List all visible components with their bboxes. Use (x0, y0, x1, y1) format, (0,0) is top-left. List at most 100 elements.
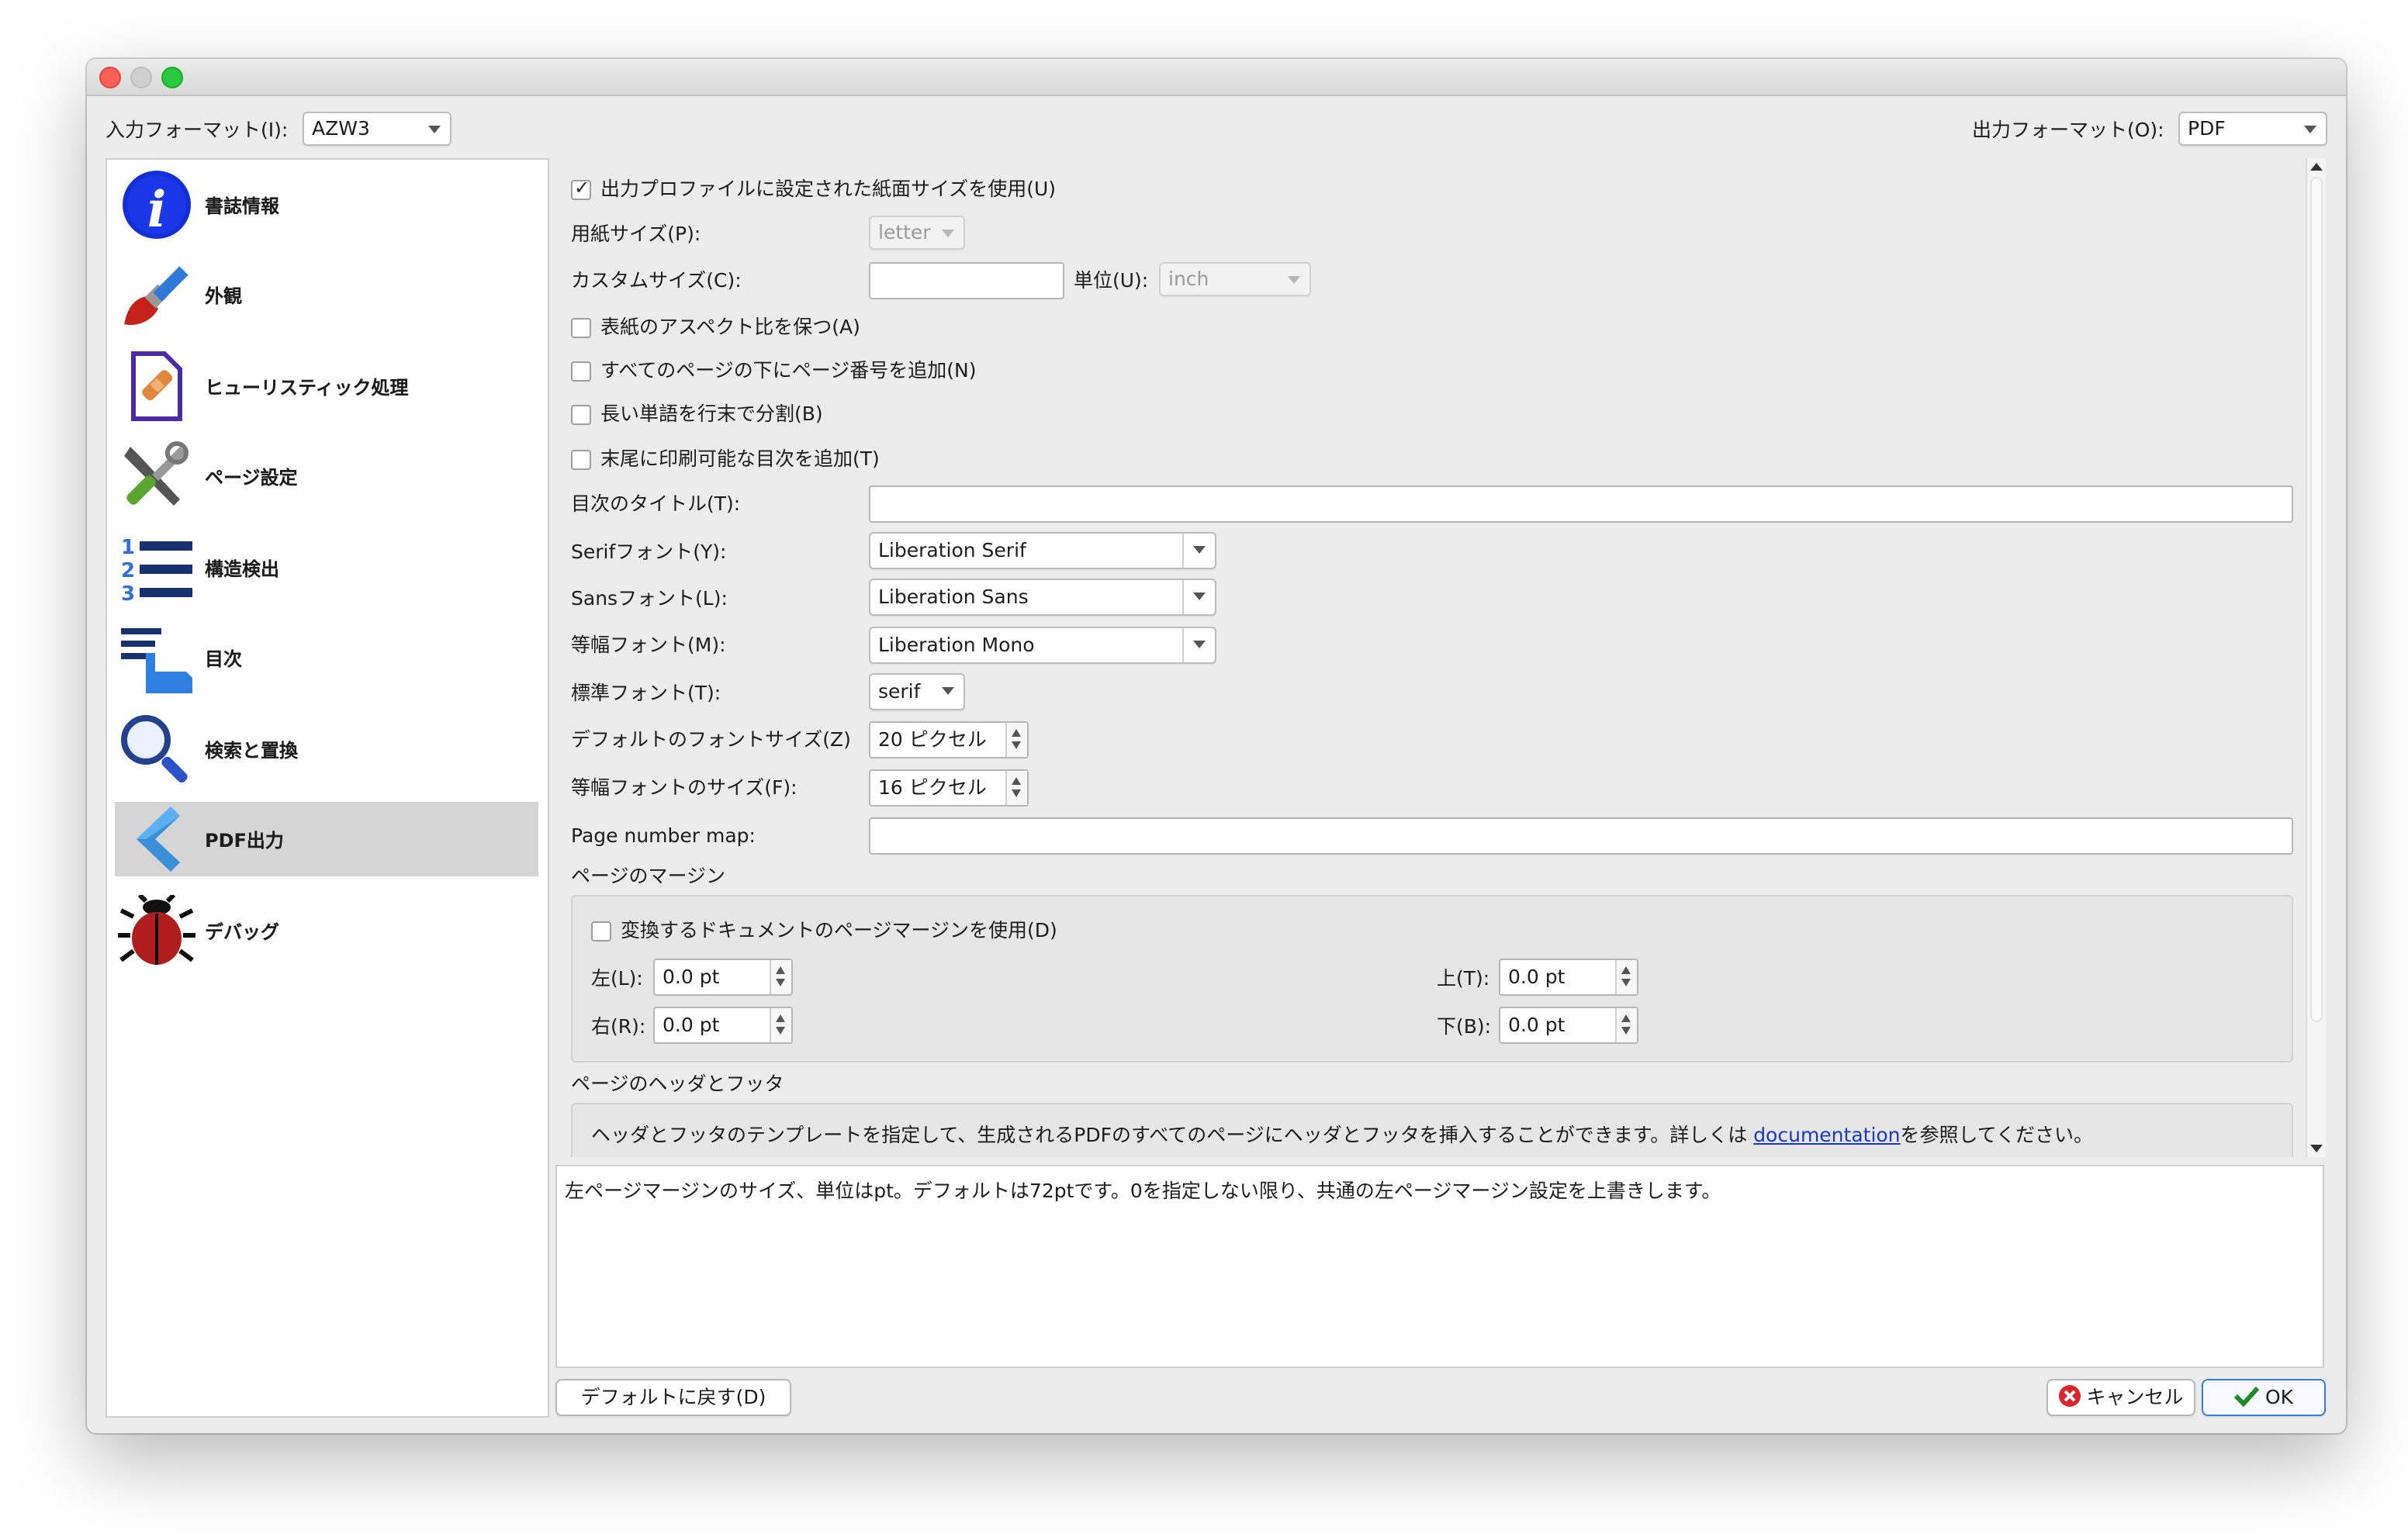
header-footer-text: ヘッダとフッタのテンプレートを指定して、生成されるPDFのすべてのページにヘッダ… (591, 1123, 1754, 1146)
mono-font-size-label: 等幅フォントのサイズ(F): (571, 776, 797, 799)
custom-size-input[interactable] (869, 262, 1064, 299)
sans-font-select[interactable]: Liberation Sans (869, 579, 1216, 616)
sidebar-item-look[interactable]: 外観 (115, 257, 538, 332)
sidebar-item-label: ページ設定 (205, 467, 298, 489)
paper-size-select[interactable]: letter (869, 216, 965, 250)
sidebar-item-toc[interactable]: 目次 (115, 620, 538, 695)
sidebar-item-label: ヒューリスティック処理 (205, 377, 409, 399)
left-margin-spinbox[interactable]: 0.0 pt (653, 959, 793, 996)
use-profile-size-checkbox[interactable]: ✓ (571, 177, 591, 200)
standard-font-select[interactable]: serif (869, 673, 965, 710)
right-margin-label: 右(R): (591, 1014, 646, 1038)
sidebar-item-label: PDF出力 (205, 830, 284, 852)
ok-button[interactable]: OK (2202, 1379, 2326, 1416)
zoom-window-button[interactable] (161, 67, 183, 88)
add-toc-label: 末尾に印刷可能な目次を追加(T) (600, 447, 880, 470)
add-toc-checkbox[interactable] (571, 450, 591, 470)
header-footer-group: ヘッダとフッタのテンプレートを指定して、生成されるPDFのすべてのページにヘッダ… (571, 1103, 2293, 1157)
magnifier-icon (121, 715, 188, 783)
sidebar-item-page-setup[interactable]: ページ設定 (115, 439, 538, 513)
ok-button-label: OK (2264, 1385, 2294, 1408)
serif-font-select[interactable]: Liberation Serif (869, 532, 1216, 569)
left-margin-value: 0.0 pt (663, 965, 720, 988)
paintbrush-icon (124, 266, 189, 326)
paper-size-value: letter (878, 220, 931, 244)
unit-value: inch (1168, 267, 1209, 290)
svg-text:3: 3 (121, 582, 135, 603)
output-format-label: 出力フォーマット(O): (1972, 118, 2164, 141)
options-scrollbar[interactable] (2306, 158, 2326, 1157)
top-margin-label: 上(T): (1437, 966, 1490, 990)
paper-size-label: 用紙サイズ(P): (571, 222, 701, 245)
sidebar-item-label: 外観 (205, 285, 243, 307)
cancel-button[interactable]: キャンセル (2046, 1379, 2195, 1416)
chevron-down-icon (1182, 534, 1215, 568)
standard-font-value: serif (878, 679, 921, 703)
default-font-size-label: デフォルトのフォントサイズ(Z) (571, 727, 851, 751)
sidebar-item-label: デバッグ (205, 921, 280, 943)
sidebar-item-structure[interactable]: 1 2 3 構造検出 (115, 530, 538, 605)
mono-font-size-spinbox[interactable]: 16 ピクセル (869, 769, 1029, 807)
header-footer-description: ヘッダとフッタのテンプレートを指定して、生成されるPDFのすべてのページにヘッダ… (591, 1123, 2093, 1148)
serif-font-value: Liberation Serif (878, 538, 1026, 561)
chevron-down-icon (1182, 628, 1215, 662)
sidebar-item-label: 構造検出 (205, 558, 280, 580)
cancel-icon (2058, 1385, 2081, 1407)
preserve-cover-aspect-checkbox[interactable] (571, 318, 591, 338)
checkmark-icon (2233, 1386, 2260, 1408)
default-font-size-value: 20 ピクセル (878, 727, 987, 751)
spinner-arrows-icon[interactable] (1005, 771, 1027, 805)
page-margins-title: ページのマージン (571, 864, 726, 887)
hyphenate-label: 長い単語を行末で分割(B) (600, 402, 823, 425)
toc-title-input[interactable] (869, 485, 2293, 523)
sidebar-item-search-replace[interactable]: 検索と置換 (115, 712, 538, 786)
unit-label: 単位(U): (1074, 268, 1149, 292)
standard-font-label: 標準フォント(T): (571, 681, 721, 704)
restore-defaults-button[interactable]: デフォルトに戻す(D) (555, 1379, 791, 1416)
scrollbar-thumb[interactable] (2310, 177, 2323, 1022)
minimize-window-button[interactable] (130, 67, 152, 88)
use-doc-margins-checkbox[interactable] (591, 921, 611, 941)
bottom-margin-spinbox[interactable]: 0.0 pt (1499, 1007, 1638, 1044)
chevron-down-icon (932, 217, 964, 248)
sidebar-item-heuristics[interactable]: ヒューリスティック処理 (115, 349, 538, 423)
svg-text:2: 2 (121, 559, 135, 582)
cancel-button-label: キャンセル (2086, 1385, 2184, 1408)
sidebar-item-metadata[interactable]: i 書誌情報 (115, 168, 538, 242)
input-format-value: AZW3 (312, 116, 370, 140)
sidebar-item-pdf-output[interactable]: PDF出力 (115, 802, 538, 876)
page-number-map-input[interactable] (869, 817, 2293, 855)
input-format-select[interactable]: AZW3 (303, 112, 452, 146)
spinner-arrows-icon[interactable] (770, 1008, 791, 1042)
preserve-cover-aspect-label: 表紙のアスペクト比を保つ(A) (600, 315, 860, 338)
sidebar-item-debug[interactable]: デバッグ (115, 893, 538, 968)
scroll-up-icon[interactable] (2310, 163, 2323, 171)
mono-font-select[interactable]: Liberation Mono (869, 627, 1216, 664)
unit-select[interactable]: inch (1159, 262, 1311, 296)
close-window-button[interactable] (99, 67, 121, 88)
right-margin-spinbox[interactable]: 0.0 pt (653, 1007, 793, 1044)
mono-font-size-value: 16 ピクセル (878, 776, 987, 799)
scroll-down-icon[interactable] (2310, 1145, 2323, 1152)
header-footer-title: ページのヘッダとフッタ (571, 1072, 784, 1095)
sidebar-item-label: 目次 (205, 648, 243, 670)
info-icon: i (123, 171, 191, 239)
spinner-arrows-icon[interactable] (1615, 960, 1637, 994)
page-numbers-checkbox[interactable] (571, 361, 591, 382)
chevron-down-icon (1278, 264, 1310, 295)
spinner-arrows-icon[interactable] (1615, 1008, 1637, 1042)
default-font-size-spinbox[interactable]: 20 ピクセル (869, 721, 1029, 758)
page-numbers-label: すべてのページの下にページ番号を追加(N) (600, 358, 977, 382)
output-format-select[interactable]: PDF (2178, 112, 2327, 146)
documentation-link[interactable]: documentation (1753, 1123, 1900, 1146)
spinner-arrows-icon[interactable] (1005, 723, 1027, 757)
output-format-value: PDF (2188, 116, 2226, 140)
spinner-arrows-icon[interactable] (770, 960, 791, 994)
top-margin-spinbox[interactable]: 0.0 pt (1499, 959, 1638, 996)
chevron-down-icon (419, 113, 450, 144)
bottom-margin-label: 下(B): (1437, 1014, 1492, 1038)
bug-icon (118, 895, 195, 965)
screen: 入力フォーマット(I): AZW3 出力フォーマット(O): PDF i 書誌情… (0, 0, 2408, 1534)
left-margin-label: 左(L): (591, 966, 643, 990)
hyphenate-checkbox[interactable] (571, 405, 591, 425)
